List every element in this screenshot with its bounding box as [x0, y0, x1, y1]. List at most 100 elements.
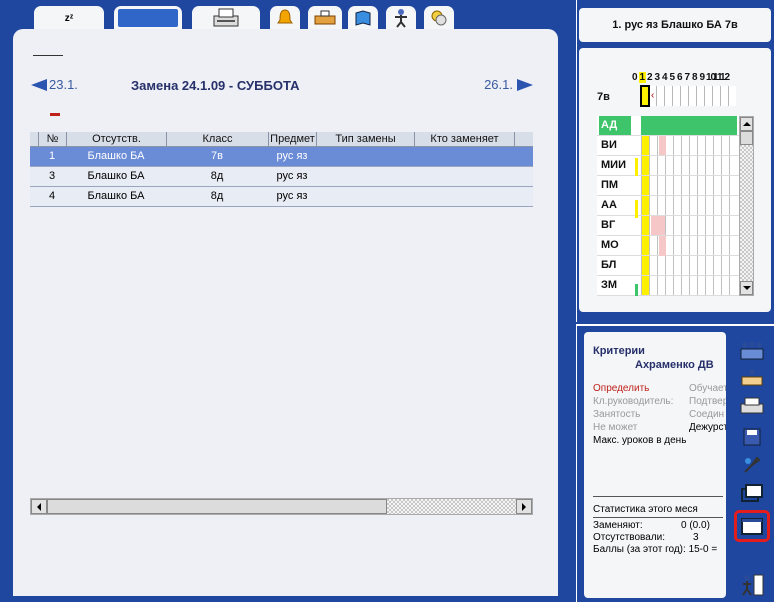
teacher-timeline[interactable]: АД ВИ МИИ ПМ АА ВГ МО БЛ ЗМ [597, 116, 739, 296]
tab-desk[interactable] [308, 6, 342, 30]
substitution-pane: zᶻ 23.1. Замена 24.1.09 - СУББОТА 26.1. … [0, 0, 572, 602]
sleep-icon: zᶻ [64, 12, 74, 24]
table-header: № Отсутств. Класс Предмет Тип замены Кто… [30, 132, 533, 147]
teacher-row[interactable]: МО [597, 236, 739, 256]
teacher-row[interactable]: ВИ [597, 136, 739, 156]
save-icon [743, 428, 761, 446]
table-row[interactable]: 1 Блашко БА 7в рус яз [30, 147, 533, 167]
teachers-button[interactable] [738, 338, 766, 364]
col-substitute[interactable]: Кто заменяет [414, 132, 514, 146]
cell-absent: Блашко БА [87, 150, 145, 162]
criteria-row[interactable]: Определить Обучает [593, 383, 726, 394]
page-title: Замена 24.1.09 - СУББОТА [131, 78, 300, 93]
teacher-row[interactable]: АД [597, 116, 739, 136]
windows-button[interactable] [738, 480, 766, 506]
conflict-cell [659, 236, 666, 256]
tools-button[interactable] [738, 452, 766, 478]
tab-book[interactable] [348, 6, 378, 30]
scroll-down-button[interactable] [740, 281, 753, 295]
divider [33, 55, 63, 56]
cell-type [316, 187, 414, 206]
save-button[interactable] [738, 424, 766, 450]
prev-day-label: 23.1. [49, 77, 78, 92]
teacher-row[interactable]: МИИ [597, 156, 739, 176]
table-row[interactable]: 3 Блашко БА 8д рус яз [30, 167, 533, 187]
scroll-right-button[interactable] [516, 499, 532, 514]
tab-people[interactable] [114, 6, 182, 30]
teacher-row[interactable]: АА [597, 196, 739, 216]
tab-person[interactable] [386, 6, 416, 30]
scroll-left-button[interactable] [31, 499, 47, 514]
stat-row: Заменяют: 0 (0.0) [593, 520, 710, 531]
max-lessons-label[interactable]: Макс. уроков в день [593, 435, 726, 446]
tab-sleep[interactable]: zᶻ [34, 6, 104, 30]
class-label: 7в [597, 91, 610, 103]
class-timeline[interactable] [640, 86, 736, 106]
teachers-icon [740, 341, 764, 360]
arrow-right-icon [517, 78, 533, 91]
stats-title: Статистика этого меся [593, 504, 698, 515]
tab-print[interactable] [192, 6, 260, 30]
cell-type [316, 147, 414, 166]
cell-class: 8д [210, 190, 224, 202]
conflict-cell [651, 216, 665, 235]
teacher-name: Ахраменко ДВ [635, 359, 714, 371]
help-button[interactable]: ? [738, 546, 766, 572]
exit-button[interactable] [738, 572, 766, 598]
selected-lesson-info: 1. рус яз Блашко БА 7в [579, 8, 771, 42]
schedule-panel: 0 1 2 3 4 5 6 7 8 9 10 11 12 7в ‹ АД ВИ … [579, 48, 771, 312]
horizontal-scrollbar[interactable] [30, 498, 533, 515]
cell-number: 4 [48, 190, 56, 202]
row-indicator-header [30, 132, 38, 146]
criteria-row[interactable]: Кл.руководитель: Подтвер [593, 396, 726, 407]
single-window-button[interactable] [734, 510, 770, 542]
book-icon [355, 10, 371, 26]
cell-substitute [414, 147, 514, 166]
scroll-thumb[interactable] [47, 499, 387, 514]
col-substitution-type[interactable]: Тип замены [316, 132, 414, 146]
caret-icon: ‹ [651, 90, 655, 101]
stat-row: Отсутствовали: 3 [593, 532, 699, 543]
windows-icon [741, 484, 763, 502]
teacher-row[interactable]: БЛ [597, 256, 739, 276]
current-period-cell[interactable] [640, 85, 650, 107]
criteria-row[interactable]: Не может Дежурст [593, 422, 726, 433]
coins-icon [431, 10, 447, 26]
teacher-row[interactable]: ВГ [597, 216, 739, 236]
classroom-button[interactable] [738, 366, 766, 392]
cell-subject: рус яз [276, 170, 308, 182]
arrow-left-icon [31, 78, 47, 91]
status-marker [50, 113, 60, 116]
tab-coins[interactable] [424, 6, 454, 30]
col-subject[interactable]: Предмет [268, 132, 316, 146]
cell-substitute [414, 167, 514, 186]
tab-bell[interactable] [270, 6, 300, 30]
cell-substitute [414, 187, 514, 206]
window-icon [741, 518, 763, 535]
teacher-row[interactable]: ЗМ [597, 276, 739, 296]
col-class[interactable]: Класс [166, 132, 268, 146]
table-row[interactable]: 4 Блашко БА 8д рус яз [30, 187, 533, 207]
person-icon [395, 9, 407, 28]
cell-type [316, 167, 414, 186]
scroll-up-button[interactable] [740, 117, 753, 131]
schedule-pane: 1. рус яз Блашко БА 7в 0 1 2 3 4 5 6 7 8… [576, 0, 774, 322]
period-numbers: 0 1 2 3 4 5 6 7 8 9 10 11 12 [631, 72, 730, 83]
help-icon: ? [745, 548, 758, 570]
criteria-row[interactable]: Занятость Соедин [593, 409, 726, 420]
cell-class: 7в [211, 150, 223, 162]
prev-day-button[interactable]: 23.1. [31, 77, 78, 92]
print-button[interactable] [738, 394, 766, 420]
substitution-table: № Отсутств. Класс Предмет Тип замены Кто… [30, 132, 533, 207]
criteria-pane: Критерии Ахраменко ДВ Определить Обучает … [576, 324, 774, 602]
col-number[interactable]: № [38, 132, 66, 146]
col-absent[interactable]: Отсутств. [66, 132, 166, 146]
cell-subject: рус яз [276, 190, 308, 202]
cell-subject: рус яз [276, 150, 308, 162]
next-day-button[interactable]: 26.1. [484, 77, 533, 92]
vertical-scrollbar[interactable] [739, 116, 754, 296]
scroll-thumb[interactable] [740, 131, 753, 145]
classroom-icon [741, 369, 763, 386]
teacher-row[interactable]: ПМ [597, 176, 739, 196]
col-extra [514, 132, 533, 146]
